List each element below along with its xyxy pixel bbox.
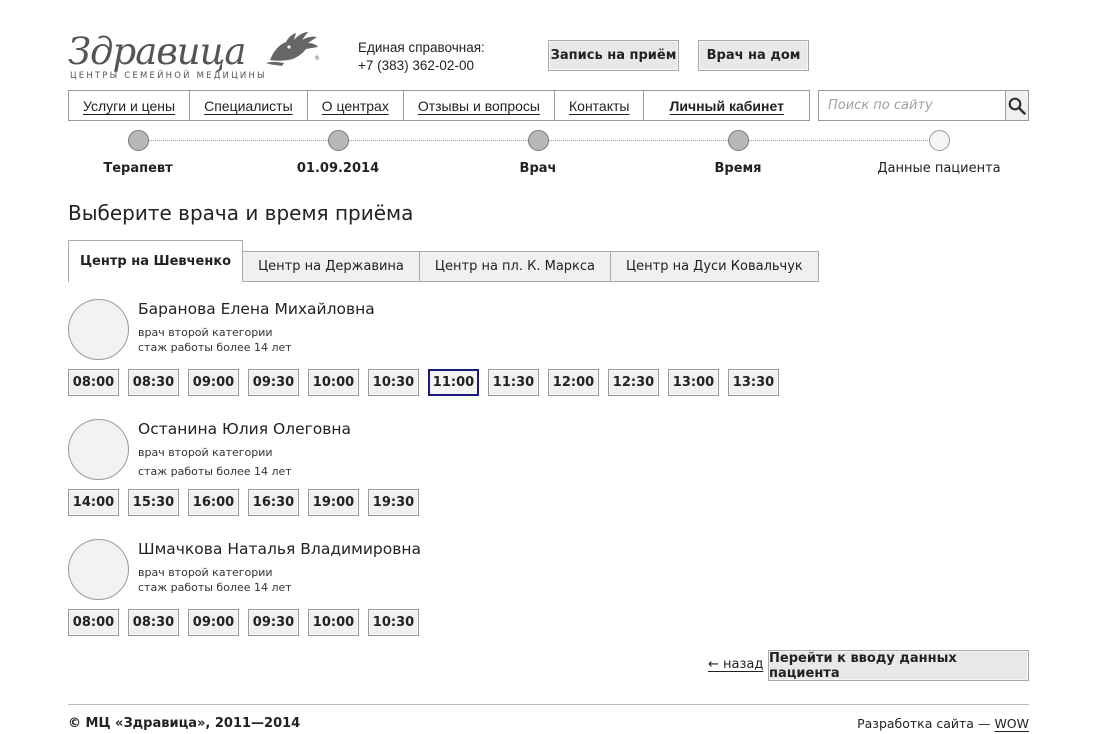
tab-kovalchuk[interactable]: Центр на Дуси Ковальчук — [611, 251, 819, 282]
step-label: 01.09.2014 — [296, 161, 380, 176]
doctor-name: Шмачкова Наталья Владимировна — [138, 540, 421, 558]
step-dot — [928, 130, 950, 151]
nav-item-label: Личный кабинет — [669, 97, 784, 114]
step-label: Время — [714, 161, 762, 176]
doctor-category: врач второй категории — [138, 326, 273, 339]
step-label: Врач — [519, 161, 557, 176]
main-nav: Услуги и цены Специалисты О центрах Отзы… — [68, 90, 810, 121]
step-date[interactable]: 01.09.2014 — [238, 130, 438, 176]
doctor-experience: стаж работы более 14 лет — [138, 341, 292, 354]
page-title: Выберите врача и время приёма — [68, 201, 414, 225]
nav-item-specialists[interactable]: Специалисты — [190, 91, 308, 120]
step-patient-data: Данные пациента — [839, 130, 1039, 176]
hand-bird-logo-icon: ® — [266, 32, 320, 66]
nav-item-label: Специалисты — [204, 97, 293, 114]
time-slots: 14:00 15:30 16:00 16:30 19:00 19:30 — [68, 489, 428, 516]
tab-shevchenko[interactable]: Центр на Шевченко — [68, 240, 244, 282]
nav-item-label: Услуги и цены — [83, 97, 176, 114]
time-slot-button[interactable]: 15:30 — [128, 489, 179, 516]
step-time[interactable]: Время — [638, 130, 838, 176]
site-logo[interactable]: Здравица ® ЦЕНТРЫ СЕМЕЙНОЙ МЕДИЦИНЫ — [68, 30, 328, 82]
footer-developer: Разработка сайта — WOW — [857, 716, 1029, 731]
time-slot-button[interactable]: 08:30 — [128, 609, 179, 636]
nav-item-centers[interactable]: О центрах — [308, 91, 404, 120]
doctor-name: Останина Юлия Олеговна — [138, 420, 352, 438]
footer-copyright: © МЦ «Здравица», 2011—2014 — [68, 716, 301, 731]
doctor-experience: стаж работы более 14 лет — [138, 581, 292, 594]
doctor-avatar — [68, 539, 129, 600]
doctor-experience: стаж работы более 14 лет — [138, 465, 292, 478]
time-slot-button[interactable]: 12:00 — [548, 369, 599, 396]
nav-item-reviews[interactable]: Отзывы и вопросы — [404, 91, 555, 120]
time-slot-button[interactable]: 10:30 — [368, 369, 419, 396]
nav-item-label: О центрах — [321, 97, 389, 114]
time-slot-button[interactable]: 09:00 — [188, 369, 239, 396]
next-button[interactable]: Перейти к вводу данных пациента — [768, 650, 1029, 681]
contact-label: Единая справочная: — [358, 40, 485, 55]
developer-link[interactable]: WOW — [994, 716, 1029, 731]
doctor-name: Баранова Елена Михайловна — [138, 300, 375, 318]
time-slot-button[interactable]: 19:00 — [308, 489, 359, 516]
back-link[interactable]: ← назад — [708, 657, 763, 672]
contact-phone: +7 (383) 362-02-00 — [358, 58, 474, 73]
time-slot-button[interactable]: 12:30 — [608, 369, 659, 396]
tab-derzhavina[interactable]: Центр на Державина — [243, 251, 420, 282]
step-dot — [327, 130, 349, 151]
time-slot-button[interactable]: 11:00 — [428, 369, 479, 396]
nav-item-label: Контакты — [569, 97, 630, 114]
time-slot-button[interactable]: 08:30 — [128, 369, 179, 396]
doctor-category: врач второй категории — [138, 566, 273, 579]
time-slot-button[interactable]: 09:00 — [188, 609, 239, 636]
step-dot — [127, 130, 149, 151]
time-slot-button[interactable]: 10:00 — [308, 609, 359, 636]
time-slot-button[interactable]: 16:30 — [248, 489, 299, 516]
time-slot-button[interactable]: 13:30 — [728, 369, 779, 396]
step-doctor[interactable]: Врач — [438, 130, 638, 176]
time-slot-button[interactable]: 13:00 — [668, 369, 719, 396]
time-slots: 08:00 08:30 09:00 09:30 10:00 10:30 — [68, 609, 428, 636]
center-tabs: Центр на Шевченко Центр на Державина Цен… — [68, 240, 819, 282]
time-slot-button[interactable]: 19:30 — [368, 489, 419, 516]
time-slot-button[interactable]: 09:30 — [248, 369, 299, 396]
doctor-category: врач второй категории — [138, 446, 273, 459]
step-dot — [727, 130, 749, 151]
appointment-button[interactable]: Запись на приём — [548, 40, 679, 71]
nav-item-services[interactable]: Услуги и цены — [69, 91, 191, 120]
logo-wordmark: Здравица — [68, 30, 246, 73]
step-label: Терапевт — [103, 161, 173, 176]
time-slot-button[interactable]: 10:00 — [308, 369, 359, 396]
footer-divider — [68, 704, 1029, 705]
step-dot — [527, 130, 549, 151]
nav-item-label: Отзывы и вопросы — [417, 97, 540, 114]
contact-block: Единая справочная: +7 (383) 362-02-00 — [358, 39, 485, 75]
site-search — [818, 90, 1029, 121]
logo-subtitle: ЦЕНТРЫ СЕМЕЙНОЙ МЕДИЦИНЫ — [70, 71, 267, 81]
time-slot-button[interactable]: 08:00 — [68, 609, 119, 636]
step-label: Данные пациента — [877, 161, 1001, 176]
search-button[interactable] — [1005, 91, 1028, 120]
doctor-avatar — [68, 299, 129, 360]
doctor-avatar — [68, 419, 129, 480]
search-input[interactable] — [819, 91, 1005, 120]
step-specialty[interactable]: Терапевт — [38, 130, 238, 176]
home-visit-button[interactable]: Врач на дом — [698, 40, 809, 71]
time-slot-button[interactable]: 10:30 — [368, 609, 419, 636]
time-slot-button[interactable]: 16:00 — [188, 489, 239, 516]
developer-label: Разработка сайта — — [857, 716, 991, 731]
time-slot-button[interactable]: 11:30 — [488, 369, 539, 396]
nav-item-account[interactable]: Личный кабинет — [644, 91, 809, 120]
tab-marx-square[interactable]: Центр на пл. К. Маркса — [419, 251, 612, 282]
time-slots: 08:00 08:30 09:00 09:30 10:00 10:30 11:00 11:30… — [68, 369, 788, 396]
svg-text:®: ® — [314, 55, 320, 62]
time-slot-button[interactable]: 08:00 — [68, 369, 119, 396]
nav-item-contacts[interactable]: Контакты — [555, 91, 645, 120]
search-icon — [1008, 97, 1026, 115]
time-slot-button[interactable]: 14:00 — [68, 489, 119, 516]
time-slot-button[interactable]: 09:30 — [248, 609, 299, 636]
